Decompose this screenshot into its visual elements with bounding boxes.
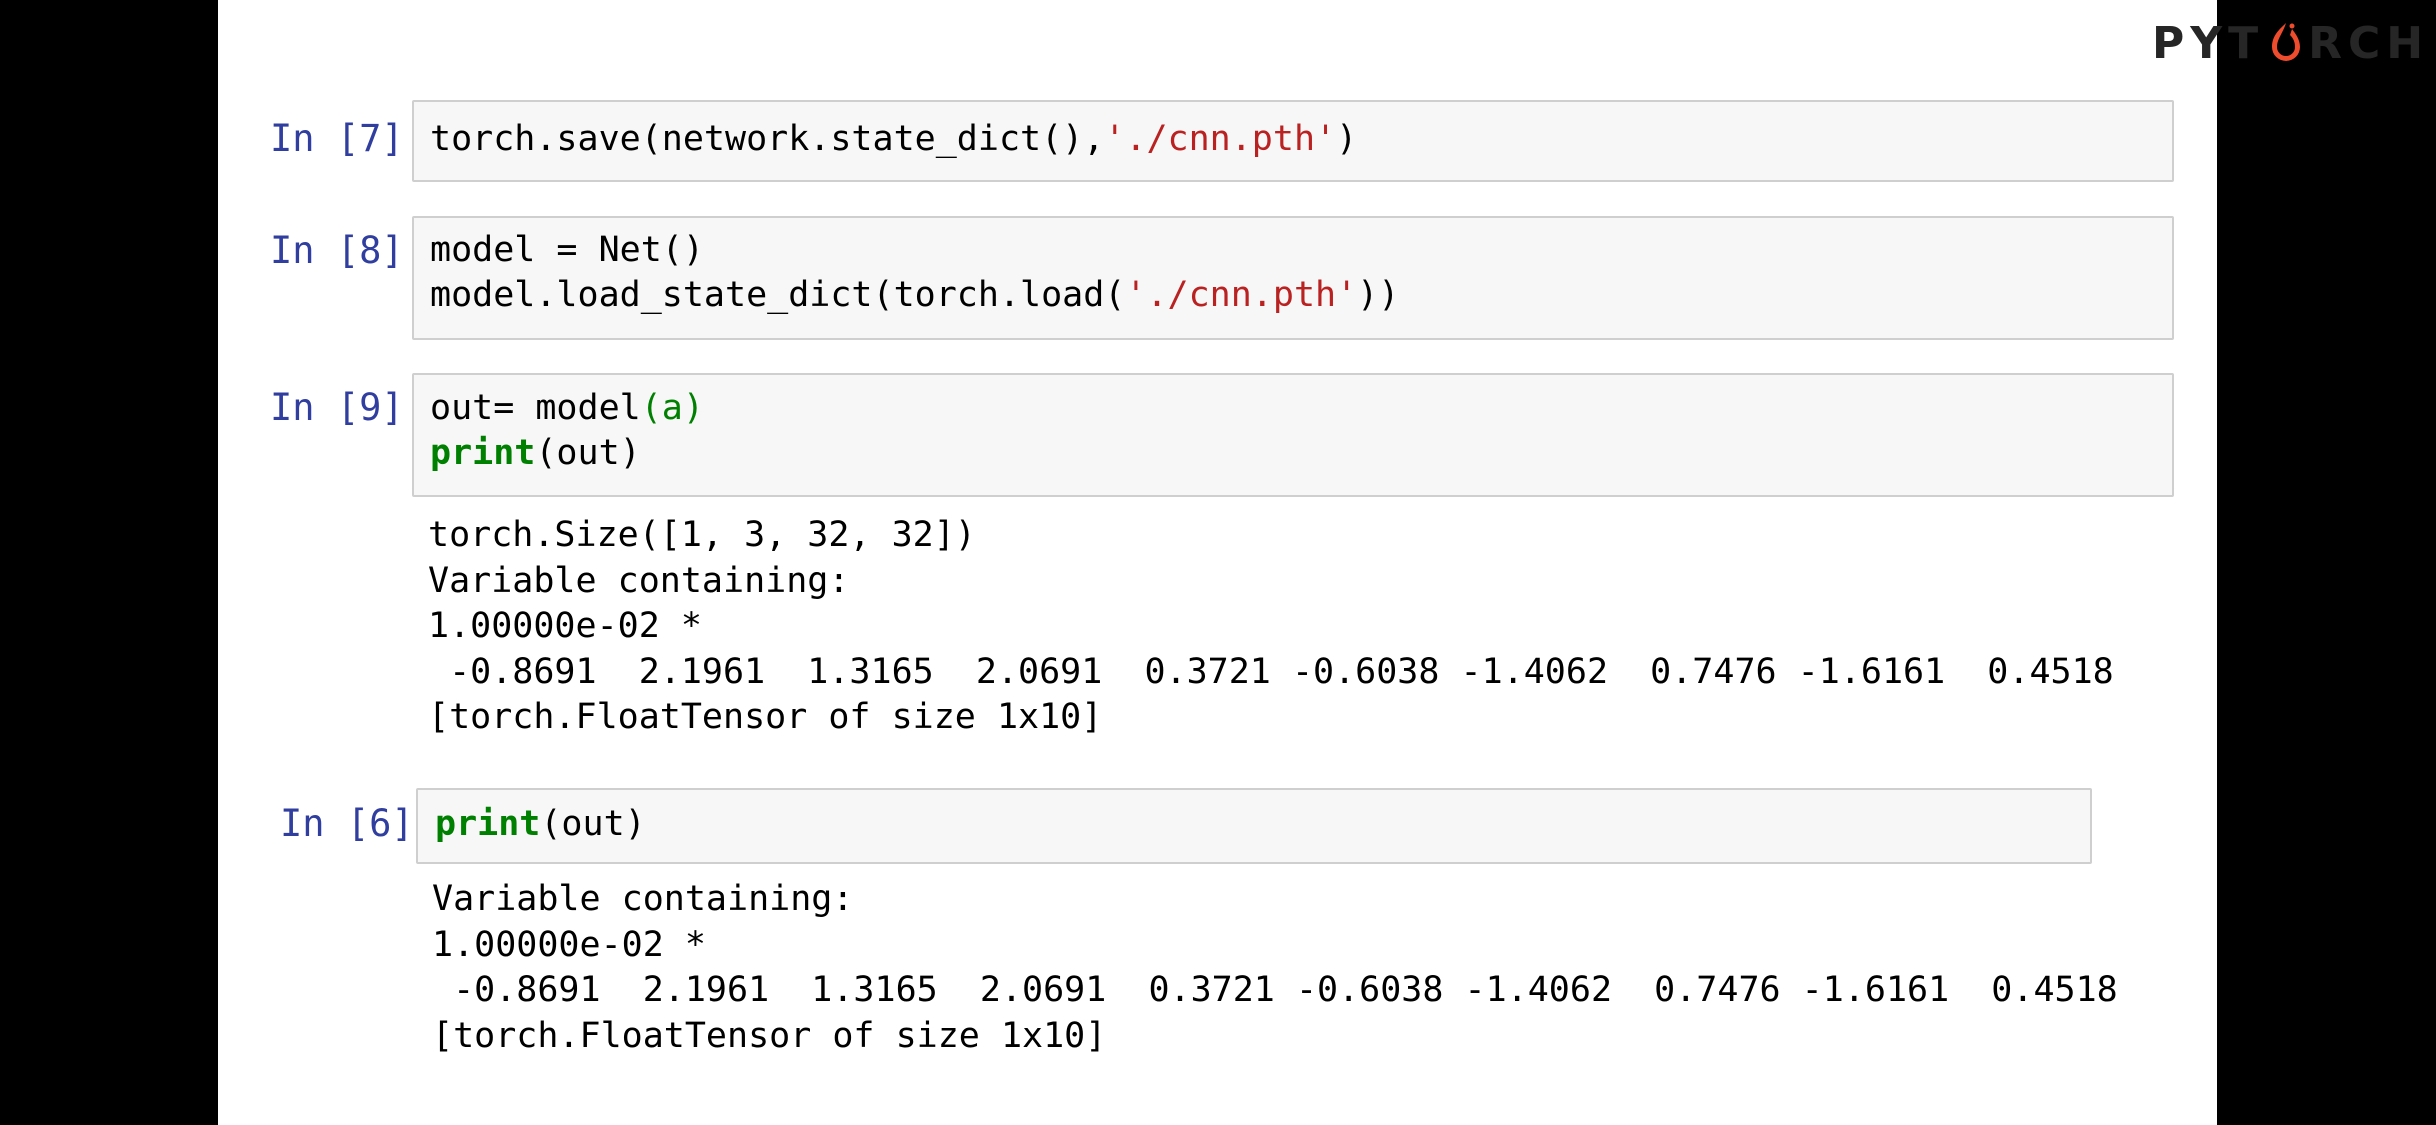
code-line: out= model(a) — [430, 388, 704, 428]
cell-output: Variable containing: 1.00000e-02 * -0.869… — [432, 879, 2118, 1056]
cell-prompt: In [9]: — [270, 386, 426, 429]
cell-prompt: In [8]: — [270, 229, 426, 272]
pytorch-logo: PYT RCH — [2152, 17, 2430, 69]
logo-text-right: RCH — [2308, 17, 2430, 69]
logo-text-left: PYT — [2152, 17, 2265, 69]
cell-prompt: In [6]: — [280, 802, 436, 845]
code-line: print(out) — [430, 433, 641, 473]
slide: PYT RCH In [7]: torch.save(network.state… — [218, 0, 2423, 1125]
code-line: torch.save(network.state_dict(),'./cnn.p… — [430, 119, 1358, 159]
cell-prompt: In [7]: — [270, 117, 426, 160]
flame-icon — [2268, 23, 2304, 63]
code-cell[interactable] — [416, 788, 2092, 864]
code-line: print(out) — [435, 804, 646, 844]
code-line: model.load_state_dict(torch.load('./cnn.… — [430, 275, 1400, 315]
code-line: model = Net() — [430, 230, 704, 270]
cell-output: torch.Size([1, 3, 32, 32]) Variable conta… — [428, 515, 2114, 737]
